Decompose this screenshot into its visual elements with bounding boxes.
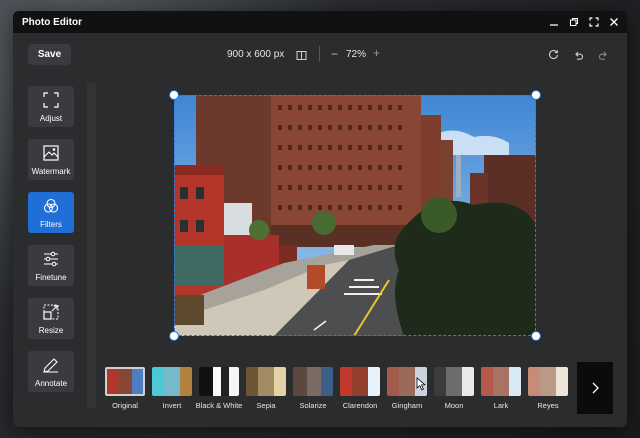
filter-thumbnail bbox=[528, 367, 568, 396]
tool-resize[interactable]: Resize bbox=[28, 298, 74, 339]
tool-label: Annotate bbox=[34, 379, 68, 388]
zoom-in-button[interactable]: + bbox=[373, 46, 380, 60]
filter-solarize[interactable]: Solarize bbox=[293, 367, 333, 410]
save-button[interactable]: Save bbox=[28, 44, 71, 65]
corner-handle-top-left[interactable] bbox=[169, 90, 179, 100]
filter-thumbnail bbox=[481, 367, 521, 396]
toolbar: Save 900 x 600 px − 72% + bbox=[13, 33, 627, 75]
resize-icon bbox=[43, 304, 59, 320]
corner-handle-bottom-left[interactable] bbox=[169, 331, 179, 341]
tool-label: Resize bbox=[38, 326, 64, 335]
mouse-cursor-icon bbox=[416, 377, 426, 391]
filter-thumbnail bbox=[152, 367, 192, 396]
filter-reyes[interactable]: Reyes bbox=[528, 367, 568, 410]
filter-invert[interactable]: Invert bbox=[152, 367, 192, 410]
fullscreen-icon[interactable] bbox=[587, 15, 601, 29]
filter-thumbnail bbox=[340, 367, 380, 396]
selection-frame bbox=[174, 95, 536, 336]
filter-sepia[interactable]: Sepia bbox=[246, 367, 286, 410]
tool-label: Adjust bbox=[39, 114, 63, 123]
sliders-icon bbox=[44, 251, 58, 267]
filter-thumbnail bbox=[105, 367, 145, 396]
filter-moon[interactable]: Moon bbox=[434, 367, 474, 410]
restore-icon[interactable] bbox=[567, 15, 581, 29]
corner-handle-bottom-right[interactable] bbox=[531, 331, 541, 341]
filter-thumbnail bbox=[199, 367, 239, 396]
tool-adjust[interactable]: Adjust bbox=[28, 86, 74, 127]
tool-finetune[interactable]: Finetune bbox=[28, 245, 74, 286]
photo-canvas[interactable] bbox=[169, 90, 541, 341]
crop-icon bbox=[43, 92, 59, 108]
tool-watermark[interactable]: Watermark bbox=[28, 139, 74, 180]
image-dimensions: 900 x 600 px bbox=[227, 49, 285, 60]
compare-icon[interactable] bbox=[296, 48, 307, 66]
filter-lark[interactable]: Lark bbox=[481, 367, 521, 410]
window-title: Photo Editor bbox=[22, 17, 82, 28]
pencil-icon bbox=[43, 358, 58, 373]
window-controls bbox=[547, 15, 621, 29]
zoom-out-button[interactable]: − bbox=[331, 47, 338, 61]
tool-annotate[interactable]: Annotate bbox=[28, 351, 74, 392]
sidebar-scrollbar[interactable] bbox=[87, 83, 96, 408]
filter-thumbnail bbox=[293, 367, 333, 396]
filter-clarendon[interactable]: Clarendon bbox=[340, 367, 380, 410]
filter-label: Reyes bbox=[537, 401, 559, 410]
tool-label: Filters bbox=[40, 220, 62, 229]
filters-next-button[interactable] bbox=[577, 362, 613, 414]
circles-icon bbox=[43, 198, 59, 213]
image-icon bbox=[43, 145, 59, 161]
toolbar-divider bbox=[319, 46, 320, 62]
filter-strip: Original Invert Black & White Sepia Sola… bbox=[105, 367, 575, 417]
minimize-icon[interactable] bbox=[547, 15, 561, 29]
tool-filters[interactable]: Filters bbox=[28, 192, 74, 233]
corner-handle-top-right[interactable] bbox=[531, 90, 541, 100]
tool-label: Watermark bbox=[31, 167, 71, 176]
photo-editor-window: Photo Editor Save 900 x 600 px − 72% + A… bbox=[13, 11, 627, 427]
close-icon[interactable] bbox=[607, 15, 621, 29]
filter-thumbnail bbox=[246, 367, 286, 396]
filter-original[interactable]: Original bbox=[105, 367, 145, 410]
filter-black-white[interactable]: Black & White bbox=[196, 367, 242, 410]
title-bar: Photo Editor bbox=[13, 11, 627, 33]
filter-thumbnail bbox=[434, 367, 474, 396]
zoom-level: 72% bbox=[346, 49, 367, 60]
undo-icon[interactable] bbox=[573, 47, 584, 65]
tool-label: Finetune bbox=[35, 273, 67, 282]
reset-icon[interactable] bbox=[548, 47, 559, 65]
redo-icon[interactable] bbox=[598, 47, 609, 65]
chevron-right-icon bbox=[592, 382, 599, 394]
